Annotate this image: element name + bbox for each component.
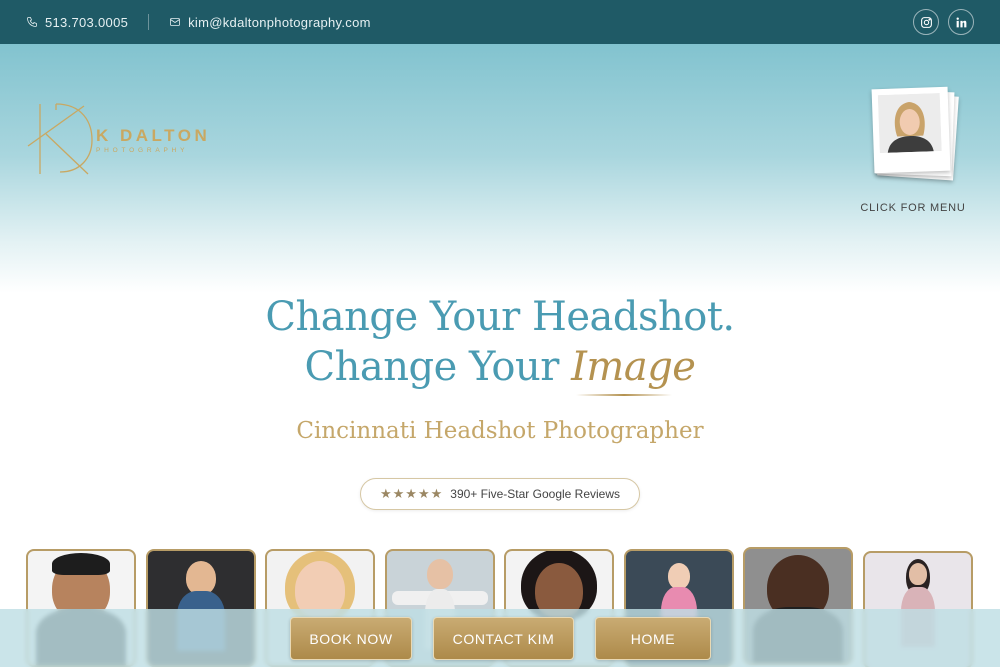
menu-label[interactable]: CLICK FOR MENU [848,202,978,214]
star-icon: ★ [392,486,405,501]
portrait-face [909,563,927,585]
divider [148,14,150,30]
star-rating: ★ ★ ★ ★ ★ [380,486,442,502]
headline-line-2: Change Your Image [0,342,1000,392]
social-links [913,9,974,35]
headline-line-1: Change Your Headshot. [265,294,735,340]
phone-number: 513.703.0005 [45,14,129,30]
logo-brand-text: K DALTON [96,126,211,145]
google-reviews-badge[interactable]: ★ ★ ★ ★ ★ 390+ Five-Star Google Reviews [360,478,640,510]
portrait-hair [52,553,110,575]
mail-icon [170,18,181,26]
star-icon: ★ [417,486,430,501]
instagram-icon [920,16,932,28]
portrait-face [668,563,690,589]
site-logo[interactable]: K DALTON PHOTOGRAPHY [26,100,226,178]
page-subtitle: Cincinnati Headshot Photographer [296,418,704,444]
menu-photo-button[interactable] [870,86,960,186]
instagram-button[interactable] [913,9,939,35]
kd-monogram-icon [27,103,93,175]
phone-icon [27,17,37,27]
contact-kim-button[interactable]: CONTACT KIM [433,617,574,660]
linkedin-button[interactable] [948,9,974,35]
star-icon: ★ [379,486,392,501]
headline-accent-word: Image [571,344,696,390]
page-headline: Change Your Headshot. Change Your Image [0,292,1000,392]
headline-line-2-prefix: Change Your [304,344,572,390]
star-icon: ★ [430,486,443,501]
top-bar: 513.703.0005 kim@kdaltonphotography.com [0,0,1000,44]
portrait-face [186,561,216,595]
portrait-face [427,559,453,589]
star-icon: ★ [405,486,417,501]
book-now-button[interactable]: BOOK NOW [290,617,412,660]
logo-subtext: PHOTOGRAPHY [96,147,189,154]
accent-underline [576,394,672,396]
email-link[interactable]: kim@kdaltonphotography.com [169,15,371,30]
polaroid-front [871,86,951,174]
phone-link[interactable]: 513.703.0005 [26,15,128,30]
linkedin-icon [956,17,966,27]
email-address: kim@kdaltonphotography.com [188,14,371,30]
reviews-text: 390+ Five-Star Google Reviews [450,487,621,501]
home-button[interactable]: HOME [595,617,711,660]
portrait-thumbnail [877,92,942,154]
